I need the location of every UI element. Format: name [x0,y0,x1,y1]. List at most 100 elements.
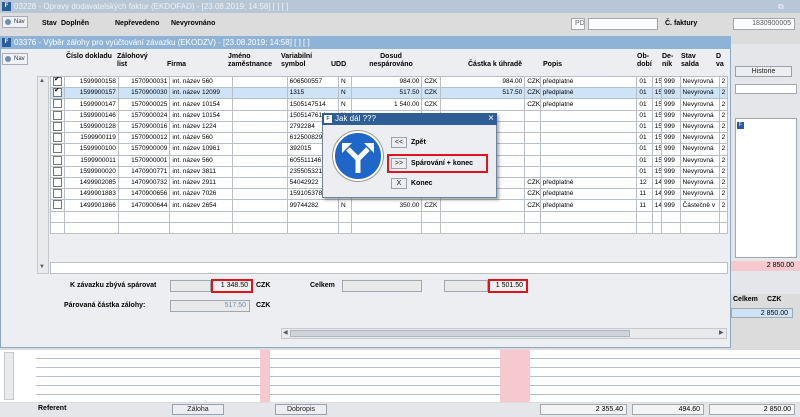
stav-tab-nevyrovnano[interactable]: Nevyrovnáno [171,20,215,27]
row-checkbox-cell[interactable] [49,98,66,111]
row-checkbox[interactable] [53,144,62,154]
empty-cell [636,221,653,234]
bg-lower-grid-right [530,350,800,402]
zaloha-button[interactable]: Záloha [172,404,224,415]
cell-castka: 984.00 [439,75,526,89]
row-checkbox-cell[interactable] [49,87,66,100]
dialog-nav-button[interactable]: Nav [2,53,28,65]
stav-tab-doplnen[interactable]: Doplněn [61,20,89,27]
cell-m2 [524,165,541,178]
cell-den: 14 [651,199,663,212]
empty-cell [49,221,66,234]
popup-titlebar: Jak dál ??? [322,113,497,125]
row-checkbox-cell[interactable] [49,75,66,89]
empty-cell [636,210,653,223]
scroll-up-icon[interactable]: ▲ [39,78,45,84]
hscroll-left-icon[interactable]: ◀ [283,329,288,336]
col-zalohovy-list: Zálohový list [117,53,148,68]
zpet-key-button[interactable]: << [391,137,407,148]
cell-den: 14 [651,176,663,190]
cell-firma: int. název 10154 [169,98,234,111]
pd-field[interactable]: PD [571,18,585,30]
table-row[interactable]: 1499901866 1470900644 int. název 2654 99744… [49,199,729,212]
cell-doklad: 1599900020 [64,165,119,178]
row-checkbox[interactable] [53,200,62,210]
row-checkbox-cell[interactable] [49,176,66,190]
cell-obd: 01 [636,120,653,134]
row-checkbox-cell[interactable] [49,165,66,178]
row-checkbox[interactable] [53,77,62,86]
row-checkbox-cell[interactable] [49,154,66,167]
faktury-field[interactable]: 1830900005 [733,18,795,30]
empty-cell [679,210,720,223]
cell-firma: int. název 10961 [169,143,234,156]
cell-m2 [524,154,541,167]
sparovani-key-button[interactable]: >> [391,158,407,169]
row-checkbox[interactable] [53,99,62,109]
restore-icon[interactable]: ⧉ [778,2,784,12]
cell-stav: Nevyrovná [679,165,720,178]
bg-nav-button[interactable]: Nav [2,16,28,28]
cell-dv: 2 [718,75,729,89]
pd-input[interactable] [588,18,658,30]
empty-cell [338,221,353,234]
konec-key-button[interactable]: X [391,178,407,189]
bg-lower-grid-mid [270,350,500,402]
cell-popis: předplatné [539,75,638,89]
empty-cell [539,210,638,223]
row-checkbox[interactable] [53,133,62,143]
row-checkbox[interactable] [53,156,62,165]
bg-lower-scroll[interactable] [4,352,14,400]
row-checkbox-cell[interactable] [49,188,66,201]
historie-button[interactable]: Historie [735,66,792,77]
bg-right-field[interactable] [735,84,797,94]
direction-sign-icon [333,131,383,181]
table-row[interactable]: 15999001571570900030int. název 12099 1315… [49,87,729,100]
row-checkbox[interactable] [53,167,62,176]
cell-udd: N [338,98,353,111]
cell-den: 15 [651,109,663,122]
cell-popis [539,165,638,178]
cell-jm [232,109,288,122]
cell-list: 1570900031 [117,75,171,89]
row-checkbox[interactable] [53,178,62,187]
stav-tab-neprevedeno[interactable]: Nepřevedeno [115,20,159,27]
cell-d3: 999 [661,143,681,156]
row-checkbox[interactable] [53,88,62,98]
zpet-label[interactable]: Zpět [411,139,426,146]
celkem-filler [342,280,422,292]
nav-label: Nav [14,19,25,25]
cell-stav: Nevyrovná [679,143,720,156]
cell-obd: 11 [636,188,653,201]
row-checkbox-cell[interactable] [49,143,66,156]
cell-popis: předplatné [539,176,638,190]
dialog-hscroll-thumb[interactable] [290,330,630,337]
grid-scrollbar[interactable] [37,76,49,274]
row-checkbox[interactable] [53,189,62,199]
cell-doklad: 1499901883 [64,188,119,201]
konec-label[interactable]: Konec [411,180,432,187]
cell-udd: N [338,199,353,212]
row-checkbox-cell[interactable] [49,199,66,212]
cell-popis [539,120,638,134]
hscroll-right-icon[interactable]: ▶ [719,329,724,336]
table-row[interactable]: 15999001581570900031int. název 560 606500… [49,75,729,89]
row-checkbox[interactable] [53,111,62,120]
sparovani-label[interactable]: Spárování + konec [411,160,473,167]
cell-d3: 999 [661,132,681,145]
table-row[interactable]: 1599900147 1570900025 int. název 10154 1505… [49,98,729,111]
cell-doklad: 1599900100 [64,143,119,156]
cell-m1: CZK [421,87,441,100]
cell-obd: 01 [636,132,653,145]
empty-cell [661,210,681,223]
row-checkbox[interactable] [53,122,62,131]
dobropis-button[interactable]: Dobropis [275,404,327,415]
scroll-down-icon[interactable]: ▼ [39,264,45,270]
row-checkbox-cell[interactable] [49,109,66,122]
bg-note-area[interactable] [735,118,797,258]
row-checkbox-cell[interactable] [49,132,66,145]
row-checkbox-cell[interactable] [49,120,66,134]
popup-close-icon[interactable]: × [486,113,496,125]
cell-dv: 2 [718,109,729,122]
dialog-title: 03376 - Výběr zálohy pro vyúčtování záva… [14,38,310,47]
